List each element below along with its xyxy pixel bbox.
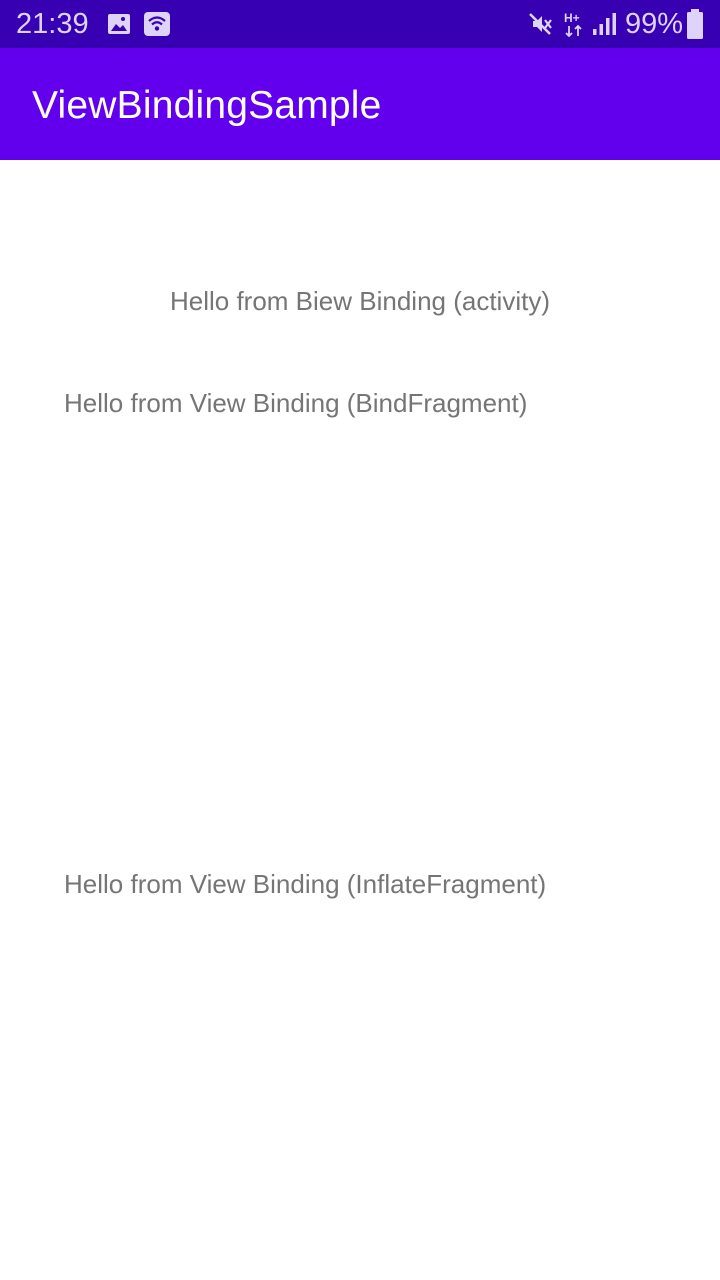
signal-icon [593, 13, 616, 35]
activity-hello-text: Hello from Biew Binding (activity) [169, 286, 550, 316]
main-content: Hello from Biew Binding (activity) Hello… [0, 160, 720, 1280]
app-title: ViewBindingSample [32, 84, 382, 127]
app-bar: ViewBindingSample [0, 48, 720, 160]
svg-text:H+: H+ [564, 11, 580, 25]
inflate-fragment-hello-text: Hello from View Binding (InflateFragment… [64, 869, 547, 899]
status-bar: 21:39 H+ 99% [0, 0, 720, 48]
image-icon [108, 14, 130, 34]
h-plus-data-icon: H+ [564, 11, 582, 38]
battery-percent: 99% [625, 8, 684, 40]
wifi-call-icon [144, 12, 170, 36]
status-time: 21:39 [16, 8, 89, 40]
mute-icon [529, 13, 552, 35]
bind-fragment-hello-text: Hello from View Binding (BindFragment) [64, 388, 528, 418]
battery-icon [687, 9, 703, 39]
